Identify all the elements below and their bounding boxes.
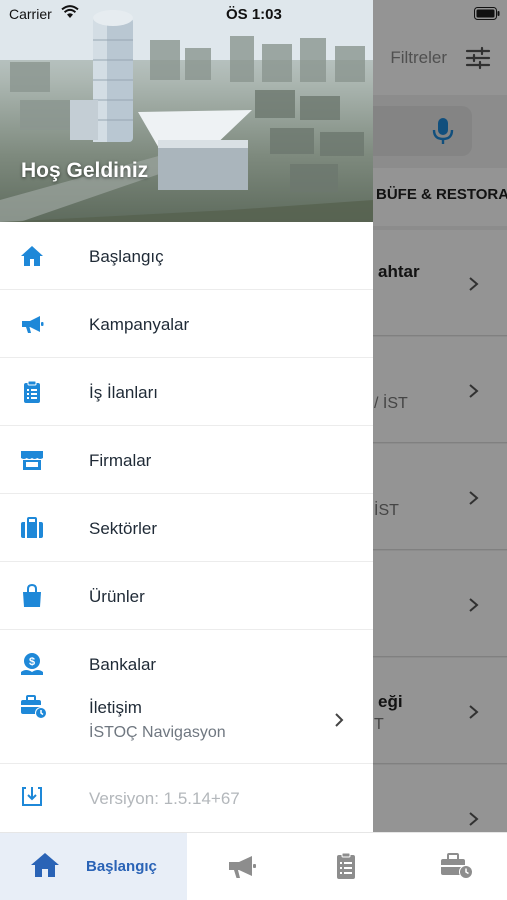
clipboard-list-icon xyxy=(337,852,355,879)
menu-item-sectors[interactable]: Sektörler xyxy=(0,494,373,562)
menu-item-label: Firmalar xyxy=(89,451,152,470)
welcome-title: Hoş Geldiniz xyxy=(21,159,149,182)
city-illustration xyxy=(0,0,373,222)
menu-item-campaigns[interactable]: Kampanyalar xyxy=(0,290,373,358)
wifi-icon xyxy=(61,5,79,18)
menu-item-label: İş İlanları xyxy=(89,383,158,402)
contact-sublabel: İSTOÇ Navigasyon xyxy=(89,724,226,741)
clipboard-list-icon xyxy=(24,380,40,403)
status-time: ÖS 1:03 xyxy=(226,6,282,23)
megaphone-icon xyxy=(229,856,256,878)
menu-item-job-listings[interactable]: İş İlanları xyxy=(0,358,373,426)
menu-item-label: Kampanyalar xyxy=(89,315,190,334)
carrier-label: Carrier xyxy=(9,6,52,22)
shopping-bag-icon xyxy=(23,584,41,607)
megaphone-icon xyxy=(22,316,44,333)
contact-label: İletişim xyxy=(89,698,142,717)
navigation-drawer: Hoş Geldiniz Başlangıç Kampanyalar İş İl… xyxy=(0,0,373,832)
briefcase-clock-icon xyxy=(441,853,473,879)
menu-item-contact[interactable]: İletişim İSTOÇ Navigasyon xyxy=(0,686,373,764)
home-icon xyxy=(21,246,43,266)
money-hand-icon: $ xyxy=(21,653,43,675)
status-bar: Carrier ÖS 1:03 xyxy=(0,0,507,30)
drawer-header: Hoş Geldiniz xyxy=(0,0,373,222)
store-icon xyxy=(21,451,43,470)
tab-home[interactable]: Başlangıç xyxy=(0,833,187,900)
menu-item-home[interactable]: Başlangıç xyxy=(0,222,373,290)
menu-item-label: Sektörler xyxy=(89,519,158,538)
briefcase-clock-icon xyxy=(21,695,47,719)
menu-item-label: Bankalar xyxy=(89,655,157,674)
chevron-right-icon xyxy=(335,713,344,727)
tab-home-label: Başlangıç xyxy=(86,858,157,875)
version-label: Versiyon: 1.5.14+67 xyxy=(89,789,240,808)
menu-item-label: Ürünler xyxy=(89,587,145,606)
battery-icon xyxy=(474,7,500,20)
svg-text:$: $ xyxy=(29,656,35,668)
download-box-icon xyxy=(22,787,42,806)
suitcase-icon xyxy=(21,517,43,538)
home-icon xyxy=(31,853,59,877)
menu-item-companies[interactable]: Firmalar xyxy=(0,426,373,494)
tab-contact[interactable] xyxy=(404,833,507,900)
menu-item-label: Başlangıç xyxy=(89,247,164,266)
bottom-tab-bar: Başlangıç xyxy=(0,832,507,900)
tab-campaigns[interactable] xyxy=(187,833,313,900)
menu-item-products[interactable]: Ürünler xyxy=(0,562,373,630)
version-row: Versiyon: 1.5.14+67 xyxy=(0,764,373,832)
menu-item-banks[interactable]: $ Bankalar xyxy=(0,630,373,686)
